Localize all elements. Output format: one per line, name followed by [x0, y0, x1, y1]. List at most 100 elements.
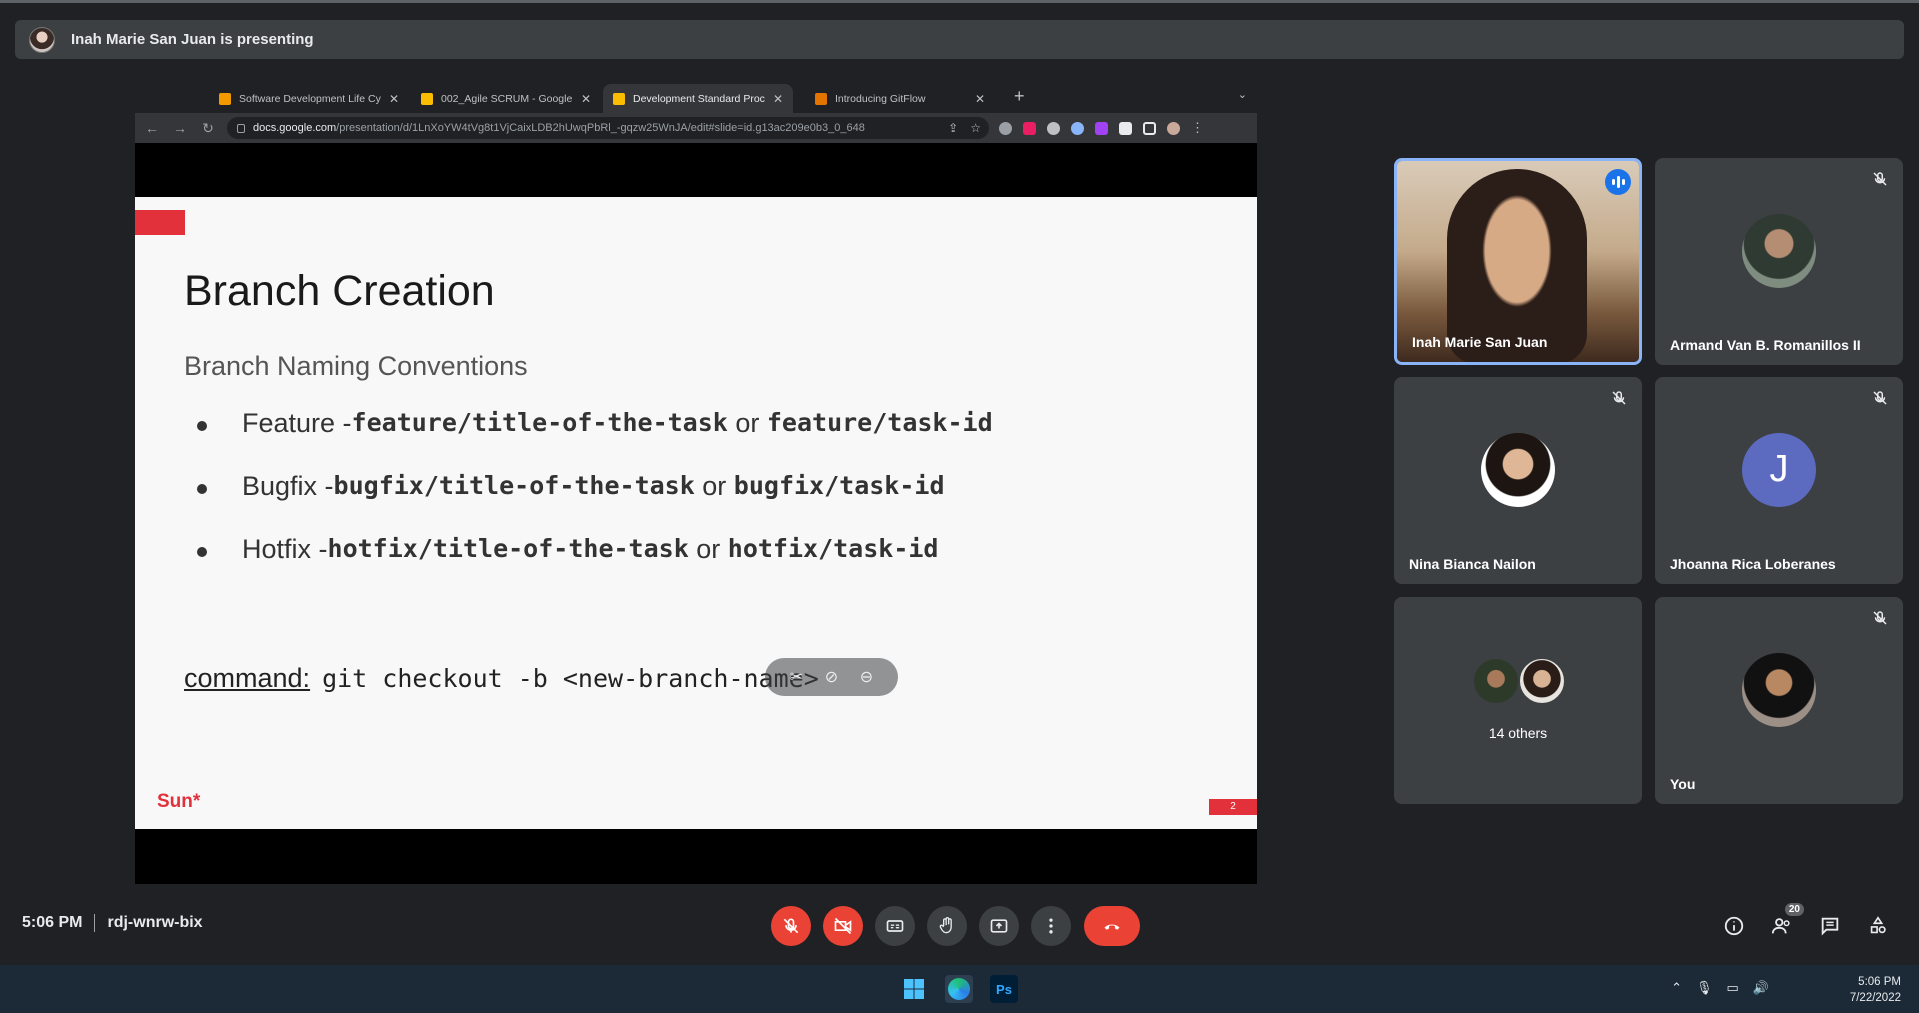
- more-options-button[interactable]: [1031, 906, 1071, 946]
- windows-logo-icon: [904, 979, 924, 999]
- activities-button[interactable]: [1864, 912, 1892, 940]
- unpin-icon[interactable]: ✂: [790, 667, 803, 687]
- slides-favicon-icon: [421, 92, 433, 105]
- avatar: [1742, 213, 1816, 288]
- avatar: J: [1742, 432, 1816, 507]
- slide-subtitle: Branch Naming Conventions: [184, 351, 528, 381]
- new-tab-icon[interactable]: +: [1014, 86, 1025, 107]
- network-icon[interactable]: ▭: [1727, 980, 1739, 996]
- extension-icon[interactable]: [1095, 121, 1108, 135]
- command-code: git checkout -b <new-branch-name>: [322, 664, 819, 693]
- bullet-dot: [197, 421, 207, 431]
- puzzle-extensions-icon[interactable]: [1119, 121, 1132, 135]
- bookmark-star-icon[interactable]: ☆: [970, 121, 981, 135]
- profile-avatar[interactable]: [1167, 121, 1180, 135]
- presenting-text: Inah Marie San Juan is presenting: [71, 31, 314, 48]
- captions-button[interactable]: [875, 906, 915, 946]
- extension-icon[interactable]: [1071, 121, 1084, 135]
- participant-tile-nina[interactable]: Nina Bianca Nailon: [1394, 377, 1642, 584]
- presenter-avatar: [29, 26, 55, 53]
- tab-close-icon[interactable]: ✕: [975, 92, 985, 106]
- slides-favicon-icon: [613, 92, 625, 105]
- divider: [94, 914, 96, 932]
- tab-close-icon[interactable]: ✕: [773, 92, 783, 106]
- browser-tab-agile-scrum[interactable]: 002_Agile SCRUM - Google Sli ✕: [411, 84, 601, 113]
- participant-tile-you[interactable]: You: [1655, 597, 1903, 804]
- bullet-dot: [197, 547, 207, 557]
- slide-title: Branch Creation: [184, 267, 495, 315]
- extension-icon[interactable]: [1023, 121, 1036, 135]
- presenting-banner: Inah Marie San Juan is presenting: [15, 20, 1904, 59]
- top-edge: [0, 0, 1919, 3]
- meeting-code[interactable]: rdj-wnrw-bix: [107, 914, 202, 932]
- bullet-or: or: [688, 534, 728, 564]
- participant-tile-jhoanna[interactable]: J Jhoanna Rica Loberanes: [1655, 377, 1903, 584]
- raise-hand-button[interactable]: [927, 906, 967, 946]
- bullet-code: hotfix/task-id: [727, 534, 939, 563]
- browser-menu-icon[interactable]: ⋮: [1191, 120, 1204, 136]
- extension-icon[interactable]: [1047, 121, 1060, 135]
- photoshop-icon[interactable]: Ps: [990, 975, 1018, 1003]
- remove-icon[interactable]: ⊖: [860, 667, 873, 687]
- participant-name: Armand Van B. Romanillos II: [1670, 337, 1861, 353]
- participant-name: Nina Bianca Nailon: [1409, 556, 1536, 572]
- browser-tab-gitflow[interactable]: Introducing GitFlow ✕: [805, 84, 995, 113]
- address-bar[interactable]: docs.google.com /presentation/d/1LnXoYW4…: [227, 117, 989, 139]
- volume-icon[interactable]: 🔊: [1753, 980, 1769, 996]
- extension-icons: ⋮: [999, 120, 1204, 136]
- avatar: [1518, 657, 1566, 705]
- windows-start-icon[interactable]: [900, 975, 928, 1003]
- taskbar-clock[interactable]: 5:06 PM 7/22/2022: [1850, 974, 1901, 1006]
- browser-tab-dev-standard[interactable]: Development Standard Proces ✕: [603, 84, 793, 113]
- windows-taskbar: Ps ⌃ 🎙 ▭ 🔊 5:06 PM 7/22/2022: [0, 965, 1919, 1013]
- info-icon: [1724, 916, 1744, 936]
- mic-off-icon: [1612, 391, 1626, 405]
- bullet-label: Feature -: [242, 408, 352, 438]
- microphone-icon[interactable]: 🎙: [1696, 980, 1713, 996]
- participant-name: You: [1670, 776, 1696, 792]
- lock-icon: [237, 123, 245, 133]
- participant-tile-others[interactable]: 14 others: [1394, 597, 1642, 804]
- tab-search-chevron-icon[interactable]: ⌄: [1238, 88, 1247, 101]
- tab-close-icon[interactable]: ✕: [389, 92, 399, 106]
- share-icon[interactable]: ⇪: [948, 121, 958, 135]
- meeting-details-button[interactable]: [1720, 912, 1748, 940]
- tray-chevron-icon[interactable]: ⌃: [1671, 980, 1682, 996]
- mute-tile-icon[interactable]: ⊘: [825, 667, 838, 687]
- tab-close-icon[interactable]: ✕: [581, 92, 591, 106]
- participant-video: [1397, 161, 1639, 362]
- edge-logo-icon: [948, 978, 970, 1000]
- chat-icon: [1821, 917, 1839, 936]
- extension-icon[interactable]: [999, 121, 1012, 135]
- hang-up-icon: [1104, 924, 1120, 930]
- browser-tab-bar: Software Development Life Cy ✕ 002_Agile…: [135, 76, 1257, 113]
- people-icon: [1771, 918, 1790, 934]
- slides-favicon-icon: [219, 92, 231, 105]
- tile-overlay-controls: ✂ ⊘ ⊖: [765, 658, 898, 696]
- forward-arrow-icon[interactable]: →: [169, 120, 191, 136]
- mic-off-icon: [1873, 172, 1887, 186]
- avatar: [1742, 652, 1816, 727]
- back-arrow-icon[interactable]: ←: [141, 120, 163, 136]
- others-count-label: 14 others: [1488, 725, 1548, 741]
- bullet-dot: [197, 484, 207, 494]
- bullet-code: hotfix/title-of-the-task: [327, 534, 689, 563]
- participant-tile-inah[interactable]: Inah Marie San Juan: [1394, 158, 1642, 365]
- participant-tile-armand[interactable]: Armand Van B. Romanillos II: [1655, 158, 1903, 365]
- bullet-hotfix: Hotfix - hotfix/title-of-the-task or hot…: [197, 534, 993, 597]
- slide-page-number: 2: [1209, 799, 1257, 815]
- chat-button[interactable]: [1816, 912, 1844, 940]
- side-panel-icon[interactable]: [1143, 121, 1156, 135]
- camera-toggle-button[interactable]: [823, 906, 863, 946]
- present-screen-button[interactable]: [979, 906, 1019, 946]
- leave-call-button[interactable]: [1084, 906, 1140, 946]
- mic-toggle-button[interactable]: [771, 906, 811, 946]
- reload-icon[interactable]: ↻: [197, 120, 219, 137]
- bullet-code: bugfix/title-of-the-task: [333, 471, 695, 500]
- edge-browser-icon[interactable]: [945, 975, 973, 1003]
- clock-time: 5:06 PM: [1858, 976, 1901, 988]
- people-button[interactable]: 20: [1768, 903, 1804, 940]
- bullet-code: bugfix/task-id: [733, 471, 945, 500]
- browser-tab-sdlc[interactable]: Software Development Life Cy ✕: [209, 84, 409, 113]
- participant-count-badge: 20: [1784, 903, 1804, 916]
